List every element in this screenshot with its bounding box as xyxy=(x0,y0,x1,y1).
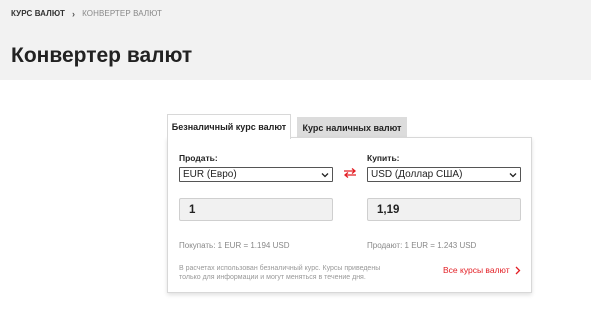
sell-currency-value: EUR (Евро) xyxy=(183,169,237,180)
buy-currency-select[interactable]: USD (Доллар США) xyxy=(367,167,521,182)
buy-rate-text: Продают: 1 EUR = 1.243 USD xyxy=(367,241,477,250)
page-title: Конвертер валют xyxy=(11,44,193,67)
breadcrumb-current: КОНВЕРТЕР ВАЛЮТ xyxy=(82,9,162,18)
buy-currency-value: USD (Доллар США) xyxy=(371,169,463,180)
all-rates-link[interactable]: Все курсы валют xyxy=(443,265,521,275)
converter-panel: Продать: EUR (Евро) Купить: USD (Доллар … xyxy=(167,137,532,293)
rates-disclaimer: В расчетах использован безналичный курс.… xyxy=(179,265,381,281)
buy-label: Купить: xyxy=(367,153,400,163)
tab-cash-rates[interactable]: Курс наличных валют xyxy=(297,117,407,138)
breadcrumb-link-rates[interactable]: КУРС ВАЛЮТ xyxy=(11,9,65,18)
swap-arrows-icon[interactable] xyxy=(343,168,357,178)
chevron-right-icon xyxy=(515,266,521,274)
sell-amount-input[interactable]: 1 xyxy=(179,198,333,221)
buy-amount-value: 1,19 xyxy=(377,203,400,216)
tab-cashless-rates[interactable]: Безналичный курс валют xyxy=(167,114,291,139)
chevron-down-icon xyxy=(321,173,329,178)
sell-currency-select[interactable]: EUR (Евро) xyxy=(179,167,333,182)
buy-amount-input[interactable]: 1,19 xyxy=(367,198,521,221)
page-header: КУРС ВАЛЮТ › КОНВЕРТЕР ВАЛЮТ Конвертер в… xyxy=(0,0,591,80)
all-rates-link-label: Все курсы валют xyxy=(443,265,510,275)
breadcrumb: КУРС ВАЛЮТ › КОНВЕРТЕР ВАЛЮТ xyxy=(11,9,162,18)
sell-rate-text: Покупать: 1 EUR = 1.194 USD xyxy=(179,241,290,250)
sell-label: Продать: xyxy=(179,153,218,163)
sell-amount-value: 1 xyxy=(189,203,196,216)
chevron-right-icon: › xyxy=(72,8,76,19)
chevron-down-icon xyxy=(509,173,517,178)
